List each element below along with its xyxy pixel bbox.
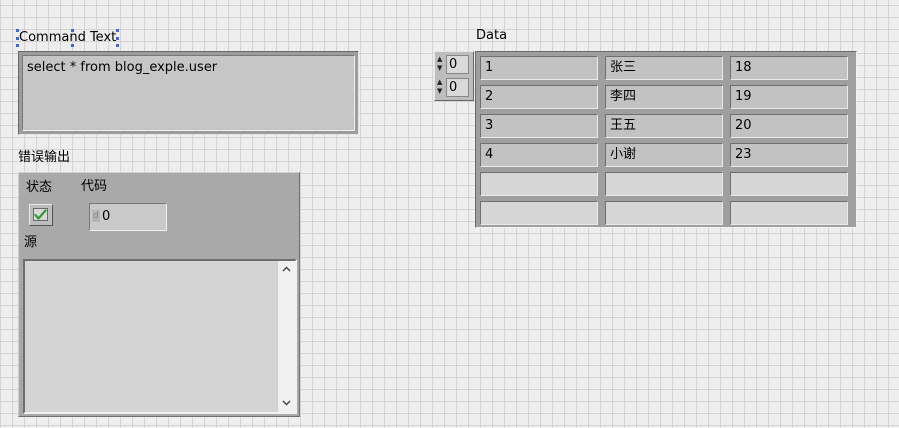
command-text-label[interactable]: Command Text [16,29,120,47]
selection-handle-middle-right[interactable] [116,37,120,40]
error-out-label: 错误输出 [18,150,71,165]
status-label: 状态 [26,180,53,195]
chevron-up-icon[interactable] [278,261,295,278]
selection-handle-bottom-left[interactable] [16,44,19,47]
table-cell[interactable] [605,172,723,196]
code-radix: d [92,210,100,222]
table-cell[interactable]: 4 [480,143,598,167]
table-cell[interactable]: 王五 [605,114,723,138]
column-index[interactable]: ▲ ▼ 0 [437,77,471,98]
source-scrollbar[interactable] [277,261,295,412]
status-indicator-face [33,208,48,221]
source-label: 源 [24,235,38,250]
table-cell[interactable]: 1 [480,56,598,80]
row-index-value[interactable]: 0 [446,55,469,74]
row-index[interactable]: ▲ ▼ 0 [437,54,471,75]
table-cell[interactable]: 李四 [605,85,723,109]
code-label: 代码 [81,179,108,194]
row-index-stepper-icon[interactable]: ▲ ▼ [437,55,444,73]
selection-handle-top-left[interactable] [16,29,19,32]
scroll-down-arrow [282,400,291,406]
selection-handle-top-middle[interactable] [71,29,74,32]
table-cell[interactable]: 张三 [605,56,723,80]
command-text-input[interactable]: select * from blog_exple.user [22,55,355,131]
data-table: 1 张三 18 2 李四 19 3 王五 20 4 小谢 23 [475,51,857,228]
code-value: 0 [102,209,111,224]
column-index-stepper-icon[interactable]: ▲ ▼ [437,78,444,96]
chevron-down-icon[interactable] [278,395,295,412]
scroll-up-arrow [282,266,291,272]
table-cell[interactable] [605,201,723,225]
selection-handle-bottom-middle[interactable] [71,44,74,47]
selection-handle-bottom-right[interactable] [116,44,120,47]
array-index-display: ▲ ▼ 0 ▲ ▼ 0 [434,51,474,101]
checkmark-icon [34,209,47,220]
data-label: Data [476,28,508,43]
table-cell[interactable] [480,172,598,196]
table-cell[interactable]: 23 [730,143,848,167]
table-cell[interactable]: 3 [480,114,598,138]
source-text-box[interactable] [23,259,297,414]
status-indicator [29,204,53,226]
table-cell[interactable] [480,201,598,225]
selection-handle-top-right[interactable] [116,29,120,32]
command-text-control[interactable]: select * from blog_exple.user [18,51,359,135]
table-cell[interactable]: 20 [730,114,848,138]
table-cell[interactable]: 18 [730,56,848,80]
table-cell[interactable]: 19 [730,85,848,109]
table-cell[interactable] [730,172,848,196]
table-cell[interactable]: 小谢 [605,143,723,167]
selection-handle-middle-left[interactable] [16,37,19,40]
column-index-value[interactable]: 0 [446,78,469,97]
error-out-cluster: 状态 代码 d 0 源 [18,172,300,417]
table-cell[interactable] [730,201,848,225]
code-indicator: d 0 [89,203,167,231]
table-cell[interactable]: 2 [480,85,598,109]
